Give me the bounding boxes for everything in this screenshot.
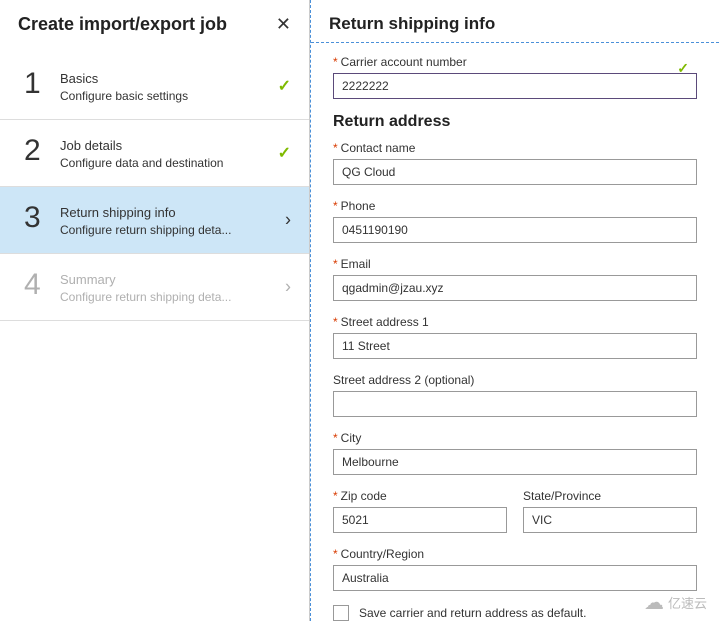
sidebar-header: Create import/export job ✕ xyxy=(0,0,309,45)
form-header: Return shipping info xyxy=(311,0,719,43)
email-label: *Email xyxy=(333,257,697,271)
field-street2: Street address 2 (optional) xyxy=(333,373,697,417)
carrier-label: *Carrier account number xyxy=(333,55,697,69)
sidebar-title: Create import/export job xyxy=(18,14,227,35)
watermark: ☁ 亿速云 xyxy=(644,590,707,615)
country-input[interactable] xyxy=(333,565,697,591)
email-input[interactable] xyxy=(333,275,697,301)
step-return-shipping[interactable]: 3 Return shipping info Configure return … xyxy=(0,187,309,254)
step-basics[interactable]: 1 Basics Configure basic settings ✓ xyxy=(0,53,309,120)
step-subtitle: Configure return shipping deta... xyxy=(60,223,250,237)
required-icon: * xyxy=(333,431,338,445)
field-city: *City xyxy=(333,431,697,475)
chevron-right-icon: › xyxy=(285,210,291,231)
zip-input[interactable] xyxy=(333,507,507,533)
save-default-row: Save carrier and return address as defau… xyxy=(333,605,697,621)
chevron-right-icon: › xyxy=(285,277,291,298)
contact-input[interactable] xyxy=(333,159,697,185)
contact-label: *Contact name xyxy=(333,141,697,155)
step-title: Basics xyxy=(60,71,293,86)
field-street1: *Street address 1 xyxy=(333,315,697,359)
step-subtitle: Configure return shipping deta... xyxy=(60,290,250,304)
step-number: 4 xyxy=(24,270,60,300)
street1-input[interactable] xyxy=(333,333,697,359)
save-default-label: Save carrier and return address as defau… xyxy=(359,606,586,620)
step-number: 3 xyxy=(24,203,60,233)
required-icon: * xyxy=(333,199,338,213)
close-icon[interactable]: ✕ xyxy=(276,14,291,35)
country-label: *Country/Region xyxy=(333,547,697,561)
street2-input[interactable] xyxy=(333,391,697,417)
step-job-details[interactable]: 2 Job details Configure data and destina… xyxy=(0,120,309,187)
required-icon: * xyxy=(333,489,338,503)
field-carrier: *Carrier account number ✓ xyxy=(333,55,697,99)
required-icon: * xyxy=(333,55,338,69)
check-icon: ✓ xyxy=(677,60,689,77)
step-number: 2 xyxy=(24,136,60,166)
save-default-checkbox[interactable] xyxy=(333,605,349,621)
required-icon: * xyxy=(333,315,338,329)
street1-label: *Street address 1 xyxy=(333,315,697,329)
watermark-text: 亿速云 xyxy=(668,593,707,612)
form-title: Return shipping info xyxy=(329,14,701,34)
step-text: Summary Configure return shipping deta..… xyxy=(60,270,293,304)
field-contact: *Contact name xyxy=(333,141,697,185)
return-address-heading: Return address xyxy=(333,113,697,131)
carrier-input[interactable] xyxy=(333,73,697,99)
phone-label: *Phone xyxy=(333,199,697,213)
step-text: Basics Configure basic settings xyxy=(60,69,293,103)
form-body: *Carrier account number ✓ Return address… xyxy=(311,43,719,633)
step-text: Job details Configure data and destinati… xyxy=(60,136,293,170)
phone-input[interactable] xyxy=(333,217,697,243)
required-icon: * xyxy=(333,547,338,561)
step-list: 1 Basics Configure basic settings ✓ 2 Jo… xyxy=(0,45,309,321)
step-title: Summary xyxy=(60,272,293,287)
step-text: Return shipping info Configure return sh… xyxy=(60,203,293,237)
field-state: State/Province xyxy=(523,489,697,533)
field-country: *Country/Region xyxy=(333,547,697,591)
step-summary[interactable]: 4 Summary Configure return shipping deta… xyxy=(0,254,309,321)
state-label: State/Province xyxy=(523,489,697,503)
form-panel: Return shipping info *Carrier account nu… xyxy=(310,0,719,621)
step-title: Job details xyxy=(60,138,293,153)
street2-label: Street address 2 (optional) xyxy=(333,373,697,387)
wizard-sidebar: Create import/export job ✕ 1 Basics Conf… xyxy=(0,0,310,621)
check-icon: ✓ xyxy=(278,76,291,96)
required-icon: * xyxy=(333,257,338,271)
step-title: Return shipping info xyxy=(60,205,293,220)
check-icon: ✓ xyxy=(278,143,291,163)
step-number: 1 xyxy=(24,69,60,99)
cloud-icon: ☁ xyxy=(644,590,664,615)
state-input[interactable] xyxy=(523,507,697,533)
city-label: *City xyxy=(333,431,697,445)
zip-state-row: *Zip code State/Province xyxy=(333,489,697,547)
field-zip: *Zip code xyxy=(333,489,507,533)
field-email: *Email xyxy=(333,257,697,301)
city-input[interactable] xyxy=(333,449,697,475)
zip-label: *Zip code xyxy=(333,489,507,503)
required-icon: * xyxy=(333,141,338,155)
field-phone: *Phone xyxy=(333,199,697,243)
step-subtitle: Configure data and destination xyxy=(60,156,250,170)
step-subtitle: Configure basic settings xyxy=(60,89,250,103)
